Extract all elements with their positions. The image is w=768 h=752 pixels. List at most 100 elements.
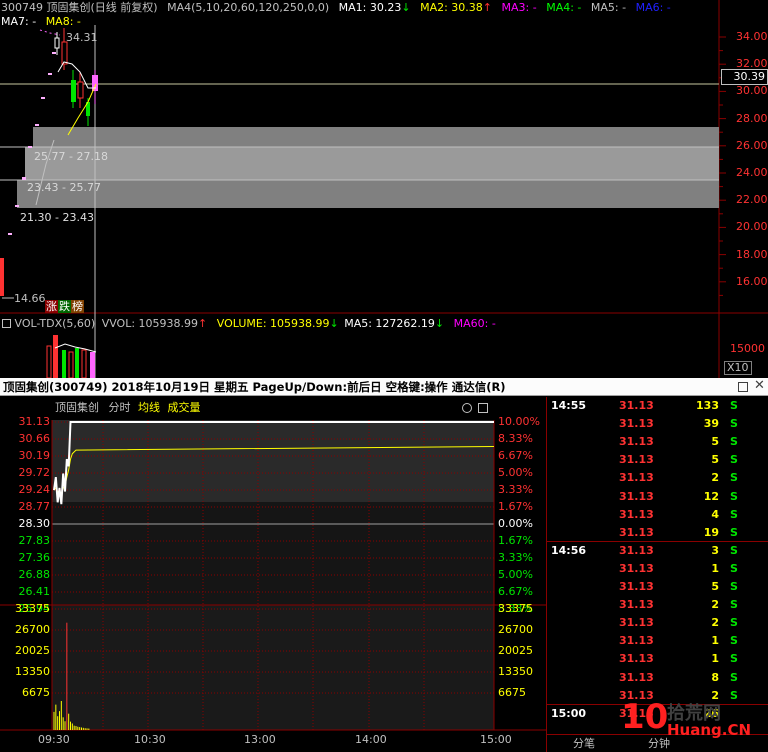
tick-volume: 8 [711,670,719,684]
volume-square-icon [2,319,11,328]
price-axis-label: 16.00 [736,274,768,288]
tick-side: S [730,598,738,612]
tick-price: 31.13 [619,453,654,467]
price-left-label: 28.30 [18,517,51,530]
tick-side: S [730,580,738,593]
current-price-tag: 30.39 [721,69,768,85]
tick-side: S [730,471,738,485]
pct-right-label: 5.00% [498,568,533,581]
pct-right-label: 10.00% [498,415,540,428]
price-left-label: 29.24 [18,483,51,496]
rank-badges[interactable]: 涨跌榜 [45,300,84,314]
time-axis-label: 10:30 [134,733,166,746]
vol-left-label: 6675 [22,686,50,699]
zone-rect-3 [17,180,719,208]
pct-right-label: 3.33% [498,551,533,564]
price-left-label: 26.41 [18,585,51,598]
tick-volume: 1 [711,652,719,666]
kline-panel[interactable]: 300749 顶固集创(日线 前复权) MA4(5,10,20,60,120,2… [0,0,768,378]
tick-price: 31.13 [619,598,654,612]
vol-right-label: 26700 [498,623,533,636]
tick-volume: 12 [703,489,719,503]
tick-price: 31.13 [619,399,654,412]
tick-side: S [730,453,738,467]
tick-volume: 2 [711,598,719,612]
maximize-button[interactable] [738,382,748,392]
intraday-plot [0,420,546,731]
price-left-label: 26.88 [18,568,51,581]
tick-side: S [730,561,738,575]
tick-time: 14:55 [551,399,587,412]
price-axis-label: 30.00 [736,84,768,98]
tick-time: 15:00 [551,706,587,720]
pct-right-label: 6.67% [498,585,533,598]
price-axis-label: 18.00 [736,247,768,261]
badge-fall[interactable]: 跌 [58,300,71,313]
vol-left-label: 20025 [15,644,50,657]
tick-price: 31.13 [619,616,654,630]
tick-price: 31.13 [619,670,654,684]
vol-right-label: 20025 [498,644,533,657]
tick-price: 31.13 [619,525,654,539]
price-left-label: 30.19 [18,449,51,462]
tick-panel[interactable]: 14:55 31.13 133 S 31.13 39 S 31.13 5 S 31.13 5 S 31.1… [546,397,768,752]
price-left-label: 29.72 [18,466,51,479]
time-axis-label: 15:00 [480,733,512,746]
tick-price: 31.13 [619,543,654,557]
tick-price: 31.13 [619,417,654,431]
window-title-bar[interactable]: 顶固集创(300749) 2018年10月19日 星期五 PageUp/Down… [0,378,768,396]
tick-volume: 5 [711,435,719,449]
vol-right-label: 33375 [498,602,533,615]
low-label: 14.66 [14,292,46,305]
price-axis-label: 34.00 [736,30,768,43]
kline-volume-bars [46,335,97,378]
time-axis-label: 14:00 [355,733,387,746]
zone-label-2: 23.43 - 25.77 [27,181,101,194]
price-left-label: 27.36 [18,551,51,564]
tick-price: 31.13 [619,471,654,485]
price-left-label: 28.77 [18,500,51,513]
volume-value: VOLUME: 105938.99 [216,317,330,330]
vol-left-label: 13350 [15,665,50,678]
tick-price: 31.13 [619,580,654,593]
tick-volume: 5 [711,453,719,467]
pct-right-label: 6.67% [498,449,533,462]
pct-right-label: 1.67% [498,500,533,513]
volume-indicator-name[interactable]: VOL-TDX(5,60) [15,317,96,330]
pct-right-label: 5.00% [498,466,533,479]
vol-ma5-arrow: ↓ [434,317,445,330]
high-label: 34.31 [66,31,98,44]
tick-price: 31.13 [619,507,654,521]
time-axis-label: 09:30 [38,733,70,746]
tick-volume: 5 [711,580,719,593]
time-axis-label: 13:00 [244,733,276,746]
vol-right-label: 6675 [498,686,526,699]
badge-rank[interactable]: 榜 [71,300,84,313]
tick-volume: 4 [711,507,719,521]
tick-price: 31.13 [619,435,654,449]
badge-rise[interactable]: 涨 [45,300,58,313]
pct-right-label: 1.67% [498,534,533,547]
price-axis-label: 20.00 [736,220,768,234]
tick-side: S [730,399,738,412]
price-left-label: 31.13 [18,415,51,428]
intraday-window[interactable]: 顶固集创(300749) 2018年10月19日 星期五 PageUp/Down… [0,378,768,752]
vol-ma60-value: MA60: - [453,317,496,330]
vol-ma5-value: MA5: 127262.19 [344,317,435,330]
tab-fenbi[interactable]: 分笔 [573,737,595,751]
tick-volume: 2 [711,616,719,630]
tick-side: S [730,634,738,648]
close-button[interactable]: ✕ [754,379,765,393]
price-axis-label: 28.00 [736,111,768,125]
price-axis-label: 26.00 [736,138,768,152]
intraday-chart[interactable]: 顶固集创 分时 均线 成交量 31.13 10.00% 30.66 8.33% 30.1… [0,397,546,752]
zone-rect-2 [25,147,719,180]
window-title: 顶固集创(300749) 2018年10月19日 星期五 PageUp/Down… [3,380,506,394]
vvol-value: VVOL: 105938.99 [101,317,199,330]
tick-side: S [730,525,738,539]
volume-unit-label: X10 [724,361,752,375]
tick-side: S [730,670,738,684]
tick-side: S [730,652,738,666]
tick-time: 14:56 [551,543,587,557]
tick-group-separator [547,540,768,542]
